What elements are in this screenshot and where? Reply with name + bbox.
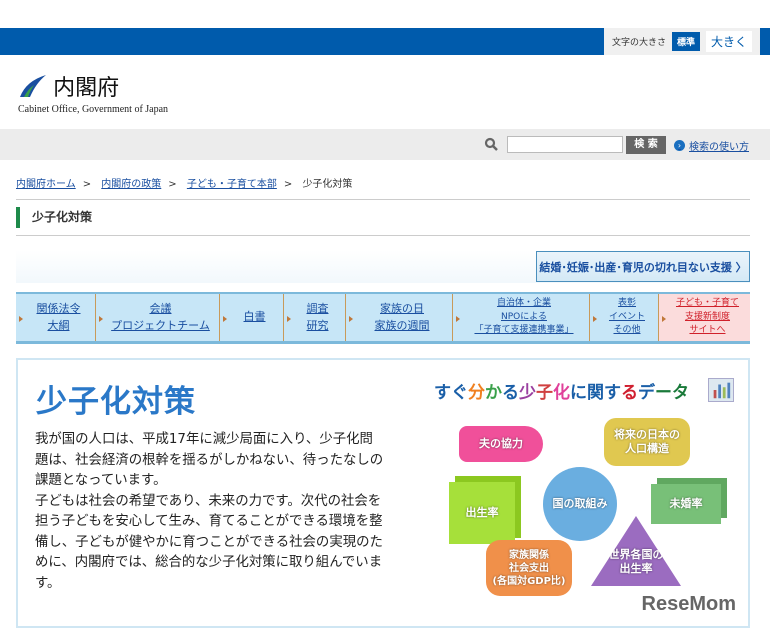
font-size-label: 文字の大きさ [611, 38, 666, 48]
breadcrumb-policy[interactable]: 内閣府の政策 [101, 179, 161, 190]
seamless-support-button[interactable]: 結婚･妊娠･出産･育児の切れ目ない支援 〉 [536, 251, 750, 282]
main-content: 少子化対策 我が国の人口は、平成17年に減少局面に入り、少子化問題は、社会経済の… [16, 358, 750, 628]
logo-jp: 内閣府 [53, 76, 120, 101]
main-title: 少子化対策 [36, 384, 196, 420]
leaf-logo-icon [20, 75, 46, 97]
data-family-spending[interactable]: 家族関係 社会支出 (各国対GDP比) [486, 540, 572, 596]
data-government-efforts[interactable]: 国の取組み [543, 467, 617, 541]
logo-en: Cabinet Office, Government of Japan [18, 104, 169, 115]
nav-laws[interactable]: 関係法令 大綱 [16, 294, 96, 341]
nav-new-system-site[interactable]: 子ども・子育て 支援新制度 サイトへ [659, 294, 750, 341]
search-help-link[interactable]: › 検索の使い方 [674, 138, 749, 153]
search-icon [484, 137, 498, 151]
bar-chart-icon [708, 378, 734, 402]
breadcrumb-home[interactable]: 内閣府ホーム [16, 179, 76, 190]
font-size-control: 文字の大きさ 標準 大きく [603, 28, 760, 55]
nav-awards[interactable]: 表彰 イベント その他 [590, 294, 659, 341]
divider [16, 235, 750, 236]
category-nav: 関係法令 大綱 会議 プロジェクトチーム 白書 調査 研究 家族の日 家族の週間 自治体… [16, 292, 750, 344]
breadcrumb-current: 少子化対策 [302, 179, 353, 190]
font-large-button[interactable]: 大きく [705, 31, 752, 52]
breadcrumb-sep: > [82, 179, 92, 190]
data-husband-cooperation[interactable]: 夫の協力 [459, 426, 543, 462]
section-title: 少子化対策 [16, 207, 92, 228]
paragraph: 子どもは社会の希望であり、未来の力です。次代の社会を担う子どもを安心して生み、育… [35, 493, 383, 591]
search-help-label: 検索の使い方 [689, 142, 749, 153]
data-birth-rate[interactable]: 出生率 [449, 482, 515, 544]
search-button[interactable]: 検 索 [626, 136, 666, 154]
chevron-right-icon: › [674, 140, 685, 151]
breadcrumb-children[interactable]: 子ども・子育て本部 [187, 179, 277, 190]
banner: 結婚･妊娠･出産･育児の切れ目ない支援 〉 [16, 250, 750, 283]
nav-meetings[interactable]: 会議 プロジェクトチーム [96, 294, 220, 341]
nav-npo[interactable]: 自治体・企業 NPOによる 「子育て支援連携事業」 [453, 294, 590, 341]
font-standard-button[interactable]: 標準 [671, 32, 700, 51]
top-bar: 文字の大きさ 標準 大きく [0, 28, 770, 55]
divider [16, 199, 750, 200]
nav-whitepaper[interactable]: 白書 [220, 294, 284, 341]
search-input[interactable] [507, 136, 623, 153]
main-text: 我が国の人口は、平成17年に減少局面に入り、少子化問題は、社会経済の根幹を揺るが… [35, 430, 385, 594]
data-unmarried-rate[interactable]: 未婚率 [651, 484, 721, 524]
nav-research[interactable]: 調査 研究 [284, 294, 346, 341]
logo[interactable]: 内閣府 Cabinet Office, Government of Japan [18, 70, 168, 115]
breadcrumb-sep: > [168, 179, 177, 190]
data-section-title[interactable]: すぐ分かる少子化に関するデータ [434, 378, 689, 403]
paragraph: 我が国の人口は、平成17年に減少局面に入り、少子化問題は、社会経済の根幹を揺るが… [35, 432, 384, 488]
breadcrumb: 内閣府ホーム > 内閣府の政策 > 子ども・子育て本部 > 少子化対策 [16, 175, 352, 190]
nav-family-day[interactable]: 家族の日 家族の週間 [346, 294, 453, 341]
breadcrumb-sep: > [283, 179, 293, 190]
watermark: ReseMom [641, 593, 736, 615]
data-future-population[interactable]: 将来の日本の 人口構造 [604, 418, 690, 466]
search-bar: 検 索 › 検索の使い方 [0, 129, 770, 160]
